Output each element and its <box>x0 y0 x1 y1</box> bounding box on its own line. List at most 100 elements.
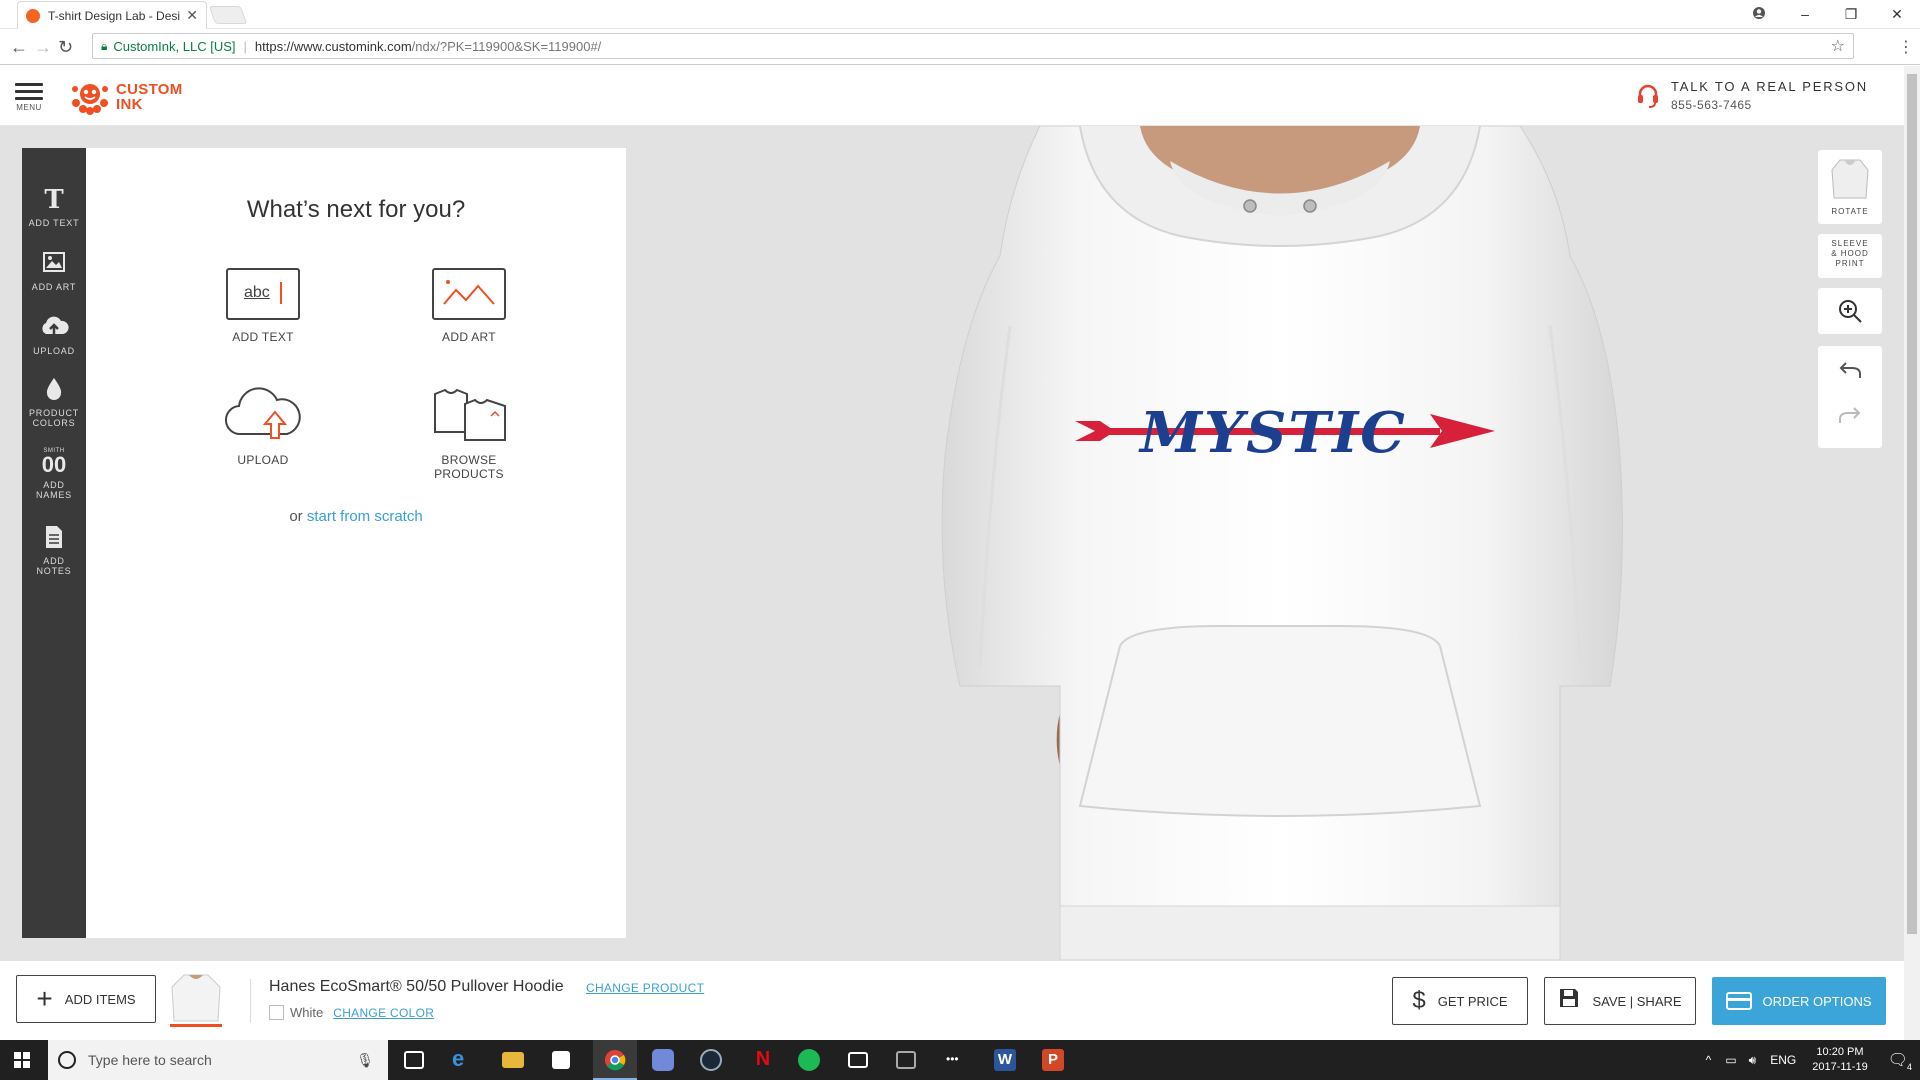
overflow-dots-icon[interactable]: ••• <box>946 1052 968 1074</box>
option-label: ADD ART <box>442 330 496 344</box>
new-tab-button[interactable] <box>208 6 248 24</box>
option-upload[interactable]: UPLOAD <box>188 386 338 467</box>
rotate-button[interactable]: ROTATE <box>1818 150 1882 224</box>
tool-rail: T ADD TEXT ADD ART UPLOAD PRODUCT COLORS… <box>22 148 86 938</box>
rotate-label: ROTATE <box>1831 207 1869 216</box>
taskbar-clock[interactable]: 10:20 PM 2017-11-19 <box>1812 1045 1867 1075</box>
close-window-icon[interactable]: ✕ <box>1874 6 1920 23</box>
undo-icon <box>1839 362 1861 378</box>
zoom-button[interactable] <box>1818 288 1882 334</box>
zoom-in-icon <box>1839 300 1862 323</box>
back-icon[interactable]: ← <box>10 37 28 58</box>
option-add-art[interactable]: ADD ART <box>394 268 544 344</box>
store-icon[interactable] <box>552 1051 570 1069</box>
color-swatch[interactable] <box>269 1005 284 1020</box>
tray-chevron-icon[interactable]: ^ <box>1706 1053 1712 1067</box>
abc-glyph: abc <box>244 284 270 301</box>
logo-line2: INK <box>116 96 143 113</box>
notes-icon <box>22 524 86 554</box>
discord-icon[interactable] <box>652 1049 674 1071</box>
page-scrollbar[interactable] <box>1904 66 1920 1042</box>
product-thumbnail[interactable] <box>170 973 222 1027</box>
rail-product-colors[interactable]: PRODUCT COLORS <box>22 376 86 428</box>
option-browse-products[interactable]: BROWSE PRODUCTS <box>394 386 544 481</box>
taskbar-search-input[interactable]: Type here to search 🎙︎ <box>48 1040 388 1080</box>
sleeve-label: SLEEVE & HOOD PRINT <box>1831 239 1869 268</box>
action-center-icon[interactable]: 🗨︎ 4 <box>1888 1050 1912 1072</box>
task-view-icon[interactable] <box>404 1051 424 1069</box>
word-icon[interactable]: W <box>994 1049 1016 1071</box>
get-price-button[interactable]: $ GET PRICE <box>1392 977 1528 1025</box>
customink-logo[interactable]: CUSTOM INK <box>70 77 183 117</box>
mail-icon[interactable] <box>848 1052 868 1068</box>
option-label: BROWSE PRODUCTS <box>434 453 504 481</box>
change-product-link[interactable]: CHANGE PRODUCT <box>586 981 704 995</box>
file-explorer-icon[interactable] <box>502 1052 524 1068</box>
tab-close-icon[interactable]: ✕ <box>186 7 198 24</box>
system-tray: ^ ▭ 🔊︎ ENG 10:20 PM 2017-11-19 🗨︎ 4 <box>1698 1040 1920 1080</box>
upload-cloud-icon <box>224 387 301 439</box>
add-text-card-icon: abc <box>226 268 300 320</box>
mystic-design[interactable]: MYSTIC <box>1070 386 1500 486</box>
rail-label: PRODUCT COLORS <box>29 408 80 428</box>
logo-line1: CUSTOM <box>116 81 183 98</box>
start-from-scratch-link[interactable]: start from scratch <box>307 508 423 525</box>
windows-start-icon[interactable] <box>14 1052 30 1068</box>
jersey-number-icon: 00 <box>41 452 67 477</box>
cortana-icon <box>58 1051 76 1069</box>
secure-origin-label: CustomInk, LLC [US] <box>113 38 236 54</box>
logo-wordmark: CUSTOM INK <box>116 82 183 112</box>
rail-add-text[interactable]: T ADD TEXT <box>22 186 86 228</box>
sleeve-hood-print-button[interactable]: SLEEVE & HOOD PRINT <box>1818 234 1882 278</box>
panel-title: What’s next for you? <box>246 196 466 223</box>
rail-add-names[interactable]: SMITH 00 ADD NAMES <box>22 448 86 500</box>
forward-icon[interactable]: → <box>34 37 52 58</box>
restore-icon[interactable]: ❐ <box>1828 6 1874 23</box>
cloud-upload-icon <box>22 314 86 344</box>
undo-button[interactable] <box>1818 346 1882 387</box>
browser-tab[interactable]: T-shirt Design Lab - Desi ✕ <box>17 1 207 29</box>
scroll-thumb[interactable] <box>1907 74 1917 934</box>
hoodie-thumbnail-icon <box>1831 159 1869 199</box>
kangaroo-pocket <box>1078 625 1482 817</box>
spotify-icon[interactable] <box>798 1049 820 1071</box>
window-controls: – ❐ ✕ <box>1736 0 1920 28</box>
change-color-link[interactable]: CHANGE COLOR <box>333 1006 434 1020</box>
steam-icon[interactable] <box>700 1049 722 1071</box>
browser-menu-icon[interactable]: ⋮ <box>1898 37 1914 57</box>
talk-to-person[interactable]: TALK TO A REAL PERSON 855-563-7465 <box>1637 79 1868 112</box>
powerpoint-icon[interactable]: P <box>1042 1049 1064 1071</box>
profile-icon[interactable] <box>1736 6 1782 23</box>
url-input[interactable]: 🔒︎ CustomInk, LLC [US] | https://www.cus… <box>92 33 1854 59</box>
order-options-button[interactable]: ORDER OPTIONS <box>1712 977 1886 1025</box>
windows-taskbar: Type here to search 🎙︎ e N ••• W P ^ ▭ 🔊… <box>0 1040 1920 1080</box>
hoodie-body <box>941 126 1623 960</box>
reload-icon[interactable]: ↻ <box>58 37 73 58</box>
headset-icon <box>1637 83 1659 109</box>
menu-button[interactable]: MENU <box>14 83 44 112</box>
bookmark-star-icon[interactable]: ☆ <box>1831 36 1845 56</box>
rail-add-art[interactable]: ADD ART <box>22 250 86 292</box>
microphone-icon[interactable]: 🎙︎ <box>356 1052 374 1069</box>
chrome-taskbar-active[interactable] <box>593 1040 637 1080</box>
minimize-icon[interactable]: – <box>1782 6 1828 22</box>
hoodie-mockup <box>941 126 1623 960</box>
url-path: /ndx/?PK=119900&SK=119900#/ <box>411 38 602 54</box>
rail-add-notes[interactable]: ADD NOTES <box>22 524 86 576</box>
add-items-button[interactable]: + ADD ITEMS <box>16 975 156 1023</box>
clock-time: 10:20 PM <box>1816 1046 1864 1058</box>
language-indicator[interactable]: ENG <box>1770 1053 1796 1067</box>
option-add-text[interactable]: abc ADD TEXT <box>188 268 338 344</box>
search-placeholder: Type here to search <box>88 1052 212 1068</box>
redo-icon <box>1839 407 1861 423</box>
redo-button[interactable] <box>1818 387 1882 432</box>
edge-icon[interactable]: e <box>452 1046 474 1071</box>
color-row: White CHANGE COLOR <box>269 1005 434 1020</box>
volume-icon[interactable]: 🔊︎ <box>1749 1053 1757 1068</box>
snipping-tool-icon[interactable] <box>896 1051 916 1069</box>
rail-upload[interactable]: UPLOAD <box>22 314 86 356</box>
notification-count: 4 <box>1906 1062 1912 1072</box>
netflix-icon[interactable]: N <box>752 1048 774 1070</box>
network-icon[interactable]: ▭ <box>1725 1053 1736 1067</box>
save-share-button[interactable]: SAVE | SHARE <box>1544 977 1696 1025</box>
